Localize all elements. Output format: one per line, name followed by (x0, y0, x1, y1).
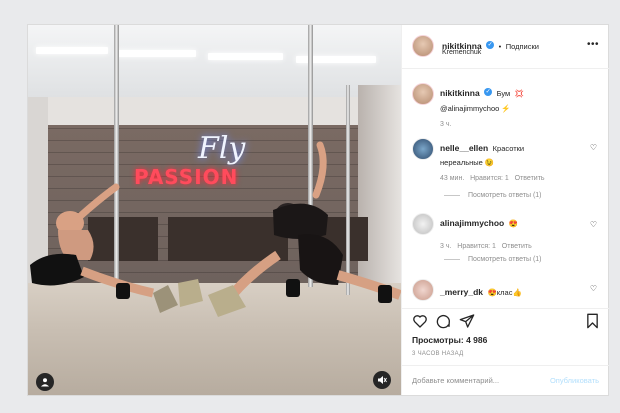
user-tag-icon[interactable] (36, 373, 54, 391)
dancer-right (208, 141, 401, 317)
post-video[interactable]: Fly PASSION (28, 25, 401, 395)
comment-input[interactable]: Добавьте комментарий... (412, 376, 499, 385)
heart-icon[interactable]: ♡ (590, 220, 597, 229)
avatar[interactable] (412, 138, 434, 160)
caption-username[interactable]: nikitkinna (440, 88, 480, 98)
heart-icon[interactable]: ♡ (590, 143, 597, 152)
post-header: nikitkinna ✓ • Подписки Kremenchuk ••• (402, 25, 609, 69)
action-bar: Просмотры: 4 986 3 ЧАСОВ НАЗАД (402, 308, 609, 357)
reply-button[interactable]: Ответить (515, 175, 545, 182)
comment-form: Добавьте комментарий... Опубликовать (402, 365, 609, 396)
share-icon[interactable] (459, 313, 475, 329)
comment-text: 😍 (508, 219, 519, 228)
verified-icon: ✓ (484, 87, 493, 96)
comment: _merry_dk 😍клас👍 (412, 279, 522, 301)
avatar[interactable] (412, 35, 434, 57)
more-horizontal-icon[interactable]: ••• (587, 39, 599, 50)
view-replies[interactable]: Посмотреть ответы (1) (444, 256, 542, 263)
bookmark-icon[interactable] (585, 313, 600, 329)
post-sidebar: nikitkinna ✓ • Подписки Kremenchuk ••• n… (401, 25, 609, 395)
avatar[interactable] (412, 279, 434, 301)
mention-link[interactable]: @alinajimmychoo (440, 104, 499, 113)
avatar[interactable] (412, 213, 434, 235)
mute-icon[interactable] (373, 371, 391, 389)
following-button[interactable]: Подписки (506, 42, 539, 51)
publish-button[interactable]: Опубликовать (550, 376, 599, 385)
post-timestamp: 3 ЧАСОВ НАЗАД (412, 351, 464, 357)
caption-text: Бум (496, 89, 511, 98)
reply-button[interactable]: Ответить (502, 243, 532, 250)
comment-icon[interactable] (435, 313, 451, 329)
follow-separator: • (498, 42, 502, 51)
caption: nikitkinna ✓ Бум 💢 @alinajimmychoo ⚡ 3 ч… (412, 83, 524, 128)
caption-emoji-2: ⚡ (501, 104, 511, 113)
comment-likes[interactable]: Нравится: 1 (470, 175, 509, 182)
comment-username[interactable]: alinajimmychoo (440, 218, 504, 228)
comment-username[interactable]: nelle__ellen (440, 143, 488, 153)
views-count[interactable]: Просмотры: 4 986 (412, 335, 487, 345)
like-heart-icon[interactable] (412, 313, 428, 329)
location[interactable]: Kremenchuk (442, 49, 481, 56)
comment-text-line2: нереальные 😉 (440, 158, 495, 167)
verified-icon: ✓ (486, 40, 495, 49)
heart-icon[interactable]: ♡ (590, 284, 597, 293)
avatar[interactable] (412, 83, 434, 105)
post-modal: Fly PASSION nikitkinna ✓ • Подписки Krem… (27, 24, 609, 396)
comment: nelle__ellen Красотки нереальные 😉 43 ми… (412, 138, 545, 182)
comment-likes[interactable]: Нравится: 1 (457, 243, 496, 250)
comment-text: Красотки (492, 144, 525, 153)
comment-text: 😍клас👍 (487, 288, 522, 297)
comment-time: 3 ч. (440, 243, 452, 250)
comment: alinajimmychoo 😍 3 ч. Нравится: 1 Ответи… (412, 213, 532, 250)
view-replies[interactable]: Посмотреть ответы (1) (444, 192, 542, 199)
comment-time: 43 мин. (440, 175, 465, 182)
comment-username[interactable]: _merry_dk (440, 287, 483, 297)
caption-time: 3 ч. (440, 121, 452, 128)
caption-emoji: 💢 (514, 89, 524, 98)
